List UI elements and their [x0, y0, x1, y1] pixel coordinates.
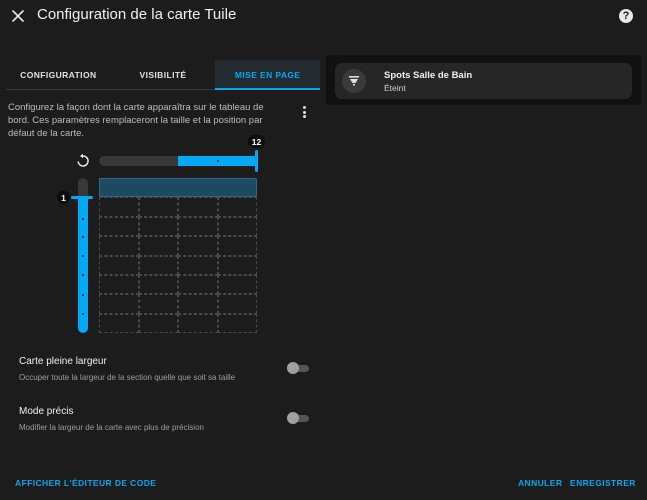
rows-slider-handle[interactable] [71, 196, 93, 199]
grid-cell [178, 255, 218, 275]
show-code-editor-button[interactable]: AFFICHER L'ÉDITEUR DE CODE [15, 478, 156, 488]
grid-cell [99, 255, 139, 275]
grid-cell [138, 197, 178, 217]
ceiling-light-icon [342, 69, 366, 93]
editor-tabs: CONFIGURATION VISIBILITÉ MISE EN PAGE [6, 60, 321, 90]
toggle-thumb [287, 412, 299, 424]
layout-grid[interactable] [99, 178, 257, 333]
grid-cell [178, 313, 218, 333]
grid-cell [178, 197, 218, 217]
precise-mode-title: Mode précis [19, 406, 74, 417]
more-options-button[interactable] [299, 104, 309, 120]
grid-cell [99, 197, 139, 217]
slider-tick [82, 294, 84, 296]
dialog-title: Configuration de la carte Tuile [37, 6, 237, 23]
tile-name: Spots Salle de Bain [384, 70, 473, 81]
cancel-button[interactable]: ANNULER [518, 478, 562, 488]
slider-tick [82, 218, 84, 220]
grid-cell [138, 274, 178, 295]
columns-value-badge: 12 [248, 135, 265, 148]
precise-mode-toggle[interactable] [287, 412, 309, 424]
precise-mode-subtitle: Modifier la largeur de la carte avec plu… [19, 423, 204, 432]
slider-tick [82, 274, 84, 276]
full-width-toggle[interactable] [287, 362, 309, 374]
grid-cell [99, 313, 139, 333]
close-button[interactable] [9, 6, 27, 26]
grid-cell [99, 236, 139, 256]
help-circle-icon: ? [622, 10, 630, 22]
rows-value-badge: 1 [57, 191, 70, 204]
grid-cell [138, 313, 178, 333]
full-width-option: Carte pleine largeur Occuper toute la la… [19, 356, 299, 382]
layout-description: Configurez la façon dont la carte appara… [8, 102, 264, 140]
slider-tick [82, 313, 84, 315]
grid-cell [99, 294, 139, 314]
grid-cell [178, 274, 218, 295]
tab-layout[interactable]: MISE EN PAGE [215, 60, 321, 90]
tab-configuration[interactable]: CONFIGURATION [6, 60, 111, 89]
restore-icon [77, 153, 89, 167]
dot [302, 115, 306, 118]
grid-cell [138, 236, 178, 256]
grid-cell [217, 313, 257, 333]
columns-slider-handle[interactable] [255, 150, 258, 172]
dialog-header: Configuration de la carte Tuile ? [0, 0, 647, 34]
slider-tick [217, 160, 219, 162]
grid-cell [138, 255, 178, 275]
grid-cell [217, 216, 257, 237]
card-size-preview[interactable] [99, 178, 257, 197]
grid-cell [178, 216, 218, 237]
precise-mode-option: Mode précis Modifier la largeur de la ca… [19, 406, 299, 432]
grid-cell [99, 274, 139, 295]
grid-cell [217, 255, 257, 275]
help-button[interactable]: ? [619, 9, 633, 23]
grid-cell [138, 294, 178, 314]
grid-cell [217, 294, 257, 314]
dots-vertical-icon [302, 106, 306, 109]
toggle-thumb [287, 362, 299, 374]
slider-tick [82, 236, 84, 238]
tab-visibility[interactable]: VISIBILITÉ [111, 60, 216, 89]
close-icon [12, 10, 24, 22]
full-width-subtitle: Occuper toute la largeur de la section q… [19, 373, 236, 382]
full-width-title: Carte pleine largeur [19, 356, 107, 367]
grid-cell [217, 274, 257, 295]
grid-cell [217, 197, 257, 217]
grid-cell [138, 216, 178, 237]
dot [302, 110, 306, 114]
grid-cell [99, 216, 139, 237]
grid-cell [178, 294, 218, 314]
save-button[interactable]: ENREGISTRER [570, 478, 636, 488]
grid-cell [217, 236, 257, 256]
tile-state: Éteint [384, 83, 406, 93]
grid-cell [178, 236, 218, 256]
tile-card[interactable]: Spots Salle de Bain Éteint [335, 63, 632, 99]
slider-tick [82, 255, 84, 257]
reset-size-button[interactable] [75, 153, 91, 169]
